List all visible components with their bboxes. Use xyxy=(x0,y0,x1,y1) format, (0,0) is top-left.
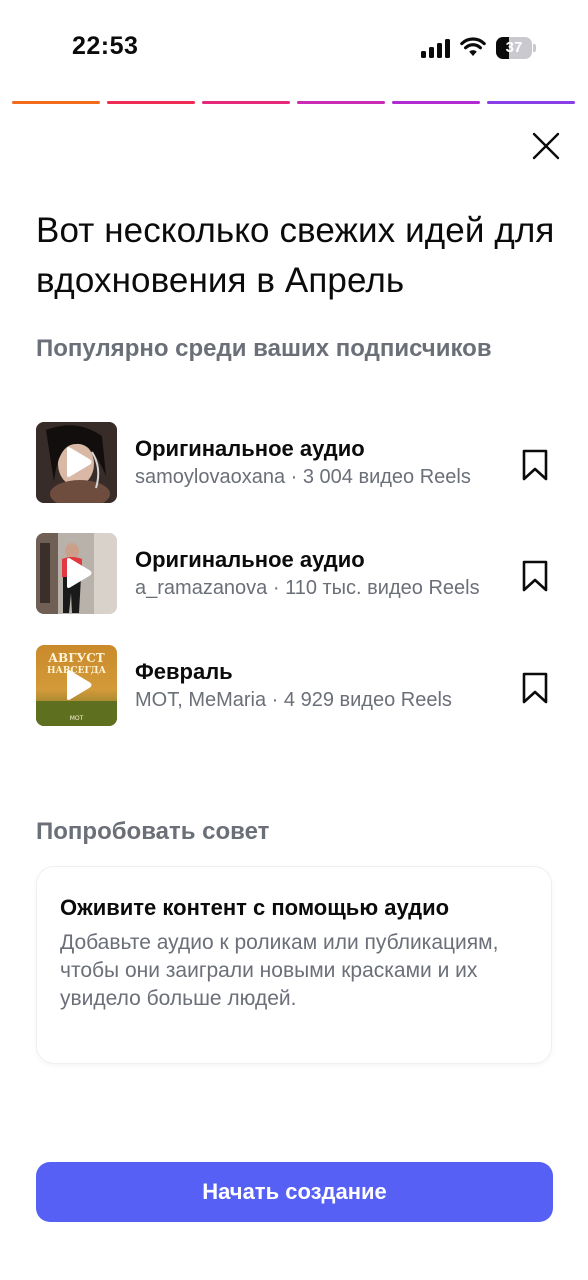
bookmark-icon[interactable] xyxy=(520,559,550,593)
story-progress-segment xyxy=(12,101,100,104)
play-icon xyxy=(67,670,92,700)
story-progress-segment xyxy=(202,101,290,104)
battery-icon: 37 xyxy=(496,37,536,59)
tip-card-body: Добавьте аудио к роликам или публикациям… xyxy=(60,931,499,1010)
track-title: Февраль xyxy=(135,659,233,684)
story-progress-segment xyxy=(392,101,480,104)
status-bar: 22:53 37 xyxy=(0,0,588,96)
story-progress-bar xyxy=(12,101,575,105)
signal-icon xyxy=(421,38,451,58)
track-subtitle: samoylovaoxana · 3 004 видео Reels xyxy=(135,466,471,488)
audio-track-item[interactable]: Оригинальное аудио samoylovaoxana · 3 00… xyxy=(36,422,556,504)
cover-text-line1: АВГУСТ xyxy=(48,651,104,665)
close-icon[interactable] xyxy=(528,128,564,164)
story-progress-segment xyxy=(107,101,195,104)
play-icon xyxy=(67,447,92,477)
wifi-icon xyxy=(460,37,486,56)
status-time: 22:53 xyxy=(72,32,139,60)
track-thumbnail[interactable] xyxy=(36,533,117,614)
audio-ideas-screen: 22:53 37 Вот несколько свежих идей для в… xyxy=(0,0,588,1280)
story-progress-segment xyxy=(297,101,385,104)
audio-track-item[interactable]: АВГУСТ НАВСЕГДА МОТ Февраль MOT, MeMaria… xyxy=(36,645,556,727)
track-thumbnail[interactable]: АВГУСТ НАВСЕГДА МОТ xyxy=(36,645,117,726)
battery-percent: 37 xyxy=(505,39,523,56)
story-progress-segment xyxy=(487,101,575,104)
tip-card: Оживите контент с помощью аудио Добавьте… xyxy=(36,866,552,1064)
track-subtitle: MOT, MeMaria · 4 929 видео Reels xyxy=(135,689,452,711)
popular-section-title: Популярно среди ваших подписчиков xyxy=(36,335,492,362)
cover-text-artist: МОТ xyxy=(70,715,84,722)
bookmark-icon[interactable] xyxy=(520,671,550,705)
track-subtitle: a_ramazanova · 110 тыс. видео Reels xyxy=(135,577,480,599)
tip-card-title: Оживите контент с помощью аудио xyxy=(60,895,450,920)
audio-track-item[interactable]: Оригинальное аудио a_ramazanova · 110 ты… xyxy=(36,533,556,615)
track-title: Оригинальное аудио xyxy=(135,436,365,461)
bookmark-icon[interactable] xyxy=(520,448,550,482)
track-title: Оригинальное аудио xyxy=(135,547,365,572)
start-creating-button[interactable]: Начать создание xyxy=(36,1162,553,1222)
tip-section-title: Попробовать совет xyxy=(36,818,270,845)
track-thumbnail[interactable] xyxy=(36,422,117,503)
page-headline: Вот несколько свежих идей для вдохновени… xyxy=(36,211,555,300)
play-icon xyxy=(67,558,92,588)
